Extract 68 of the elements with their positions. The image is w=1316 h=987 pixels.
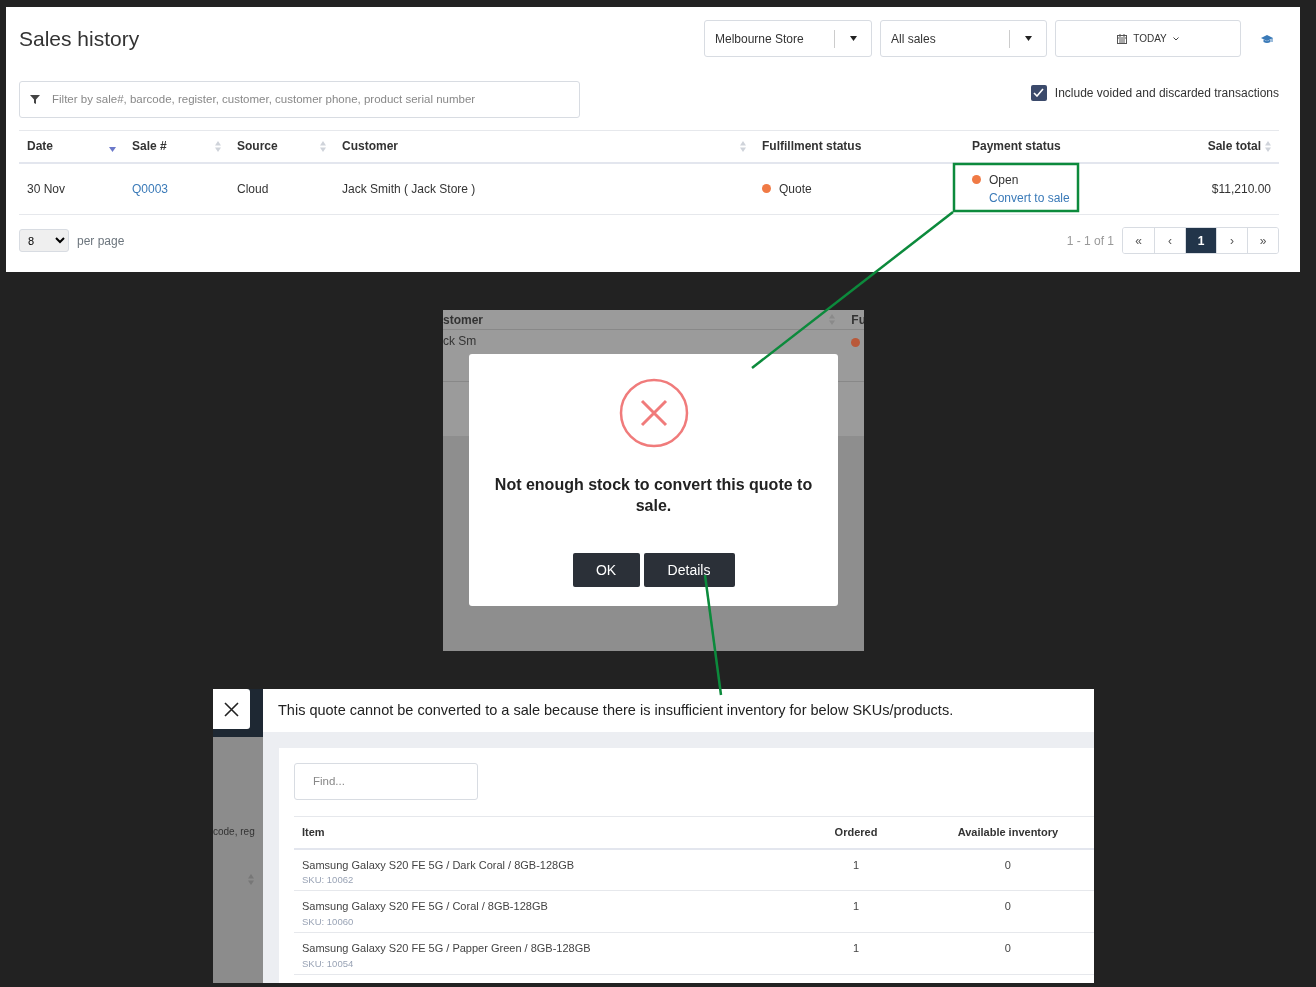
error-icon: [618, 378, 689, 448]
item-name: Samsung Galaxy S20 FE 5G / Papper Green / 8GB-128GB: [302, 941, 592, 956]
last-page-button[interactable]: »: [1247, 228, 1278, 253]
table-cell: 1: [852, 942, 860, 954]
table-cell: 0: [1004, 942, 1011, 954]
sale-link[interactable]: Q0003: [132, 181, 169, 196]
search-field[interactable]: Find...: [294, 763, 478, 800]
close-button[interactable]: [213, 689, 250, 729]
sku-label: SKU: 10062: [302, 873, 355, 887]
page-title: Sales history: [19, 25, 140, 52]
sort-icon: [1265, 140, 1271, 152]
pagination-summary: 1 - 1 of 1: [1066, 232, 1114, 250]
check-icon: [1033, 88, 1045, 97]
details-message: This quote cannot be converted to a sale because there is insufficient inventory for below SKUs/products.: [278, 700, 954, 720]
page-button[interactable]: 1: [1185, 228, 1216, 253]
table-cell: 1: [852, 858, 860, 871]
column-header: Item: [302, 826, 325, 838]
sku-label: SKU: 10060: [302, 914, 355, 929]
status-label: Quote: [779, 180, 812, 198]
table-cell: Jack Smith ( Jack Store ): [342, 181, 476, 196]
caret-icon: [850, 36, 857, 41]
column-header[interactable]: Customer: [342, 137, 398, 156]
item-name: Samsung Galaxy S20 FE 5G / Coral / 8GB-128GB: [302, 899, 549, 914]
per-page-select[interactable]: 8: [19, 229, 69, 252]
dropdown[interactable]: Melbourne Store: [704, 20, 872, 57]
table-cell: $11,210.00: [1211, 181, 1271, 196]
sort-icon: [215, 140, 221, 152]
background-text: stomer: [443, 311, 483, 329]
dialog-button[interactable]: Details: [643, 553, 735, 587]
dialog-message: Not enough stock to convert this quote to sale.: [493, 475, 814, 516]
graduation-cap-icon[interactable]: [1261, 33, 1273, 44]
column-header[interactable]: Payment status: [972, 137, 1061, 156]
column-header: Ordered: [834, 826, 878, 838]
column-header[interactable]: Date: [27, 137, 53, 156]
per-page-label: per page: [77, 232, 125, 250]
sku-label: SKU: 10054: [302, 956, 355, 971]
column-header: Available inventory: [957, 826, 1059, 838]
calendar-icon: [1117, 33, 1128, 44]
column-header[interactable]: Fulfillment status: [762, 137, 862, 156]
convert-link[interactable]: Convert to sale: [989, 188, 1142, 207]
checkbox[interactable]: [1030, 84, 1047, 101]
table-cell: 0: [1004, 900, 1011, 912]
caret-icon: [1025, 36, 1032, 41]
sort-descending-icon: [109, 146, 116, 152]
table-cell: Cloud: [237, 181, 269, 196]
column-header[interactable]: Sale #: [132, 137, 167, 156]
close-icon: [224, 701, 239, 717]
table-cell: 0: [1004, 858, 1011, 871]
search-input[interactable]: Find...: [311, 771, 469, 792]
filter-input[interactable]: Filter by sale#, barcode, register, customer, customer phone, product serial number: [50, 89, 569, 110]
filter-icon: [30, 95, 40, 104]
background-text: code, reg: [213, 825, 255, 839]
date-button[interactable]: TODAY: [1055, 20, 1241, 57]
status-label: Open: [989, 171, 1019, 189]
sort-icon: [320, 140, 326, 152]
dialog-button[interactable]: OK: [572, 553, 640, 587]
column-header[interactable]: Source: [237, 137, 278, 156]
filter-field[interactable]: Filter by sale#, barcode, register, customer, customer phone, product serial number: [19, 81, 580, 118]
chevron-down-icon: [1172, 36, 1179, 41]
table-cell: 1: [852, 900, 860, 912]
table-cell: 30 Nov: [27, 181, 66, 196]
background-text: ck Sm: [443, 333, 477, 350]
column-header[interactable]: Sale total: [1207, 137, 1261, 156]
status-dot: [851, 338, 860, 347]
dropdown[interactable]: All sales: [880, 20, 1047, 57]
item-name: Samsung Galaxy S20 FE 5G / Dark Coral / 8GB-128GB: [302, 857, 576, 873]
sort-icon: [740, 140, 746, 152]
checkbox-label: Include voided and discarded transactions: [1054, 84, 1279, 102]
